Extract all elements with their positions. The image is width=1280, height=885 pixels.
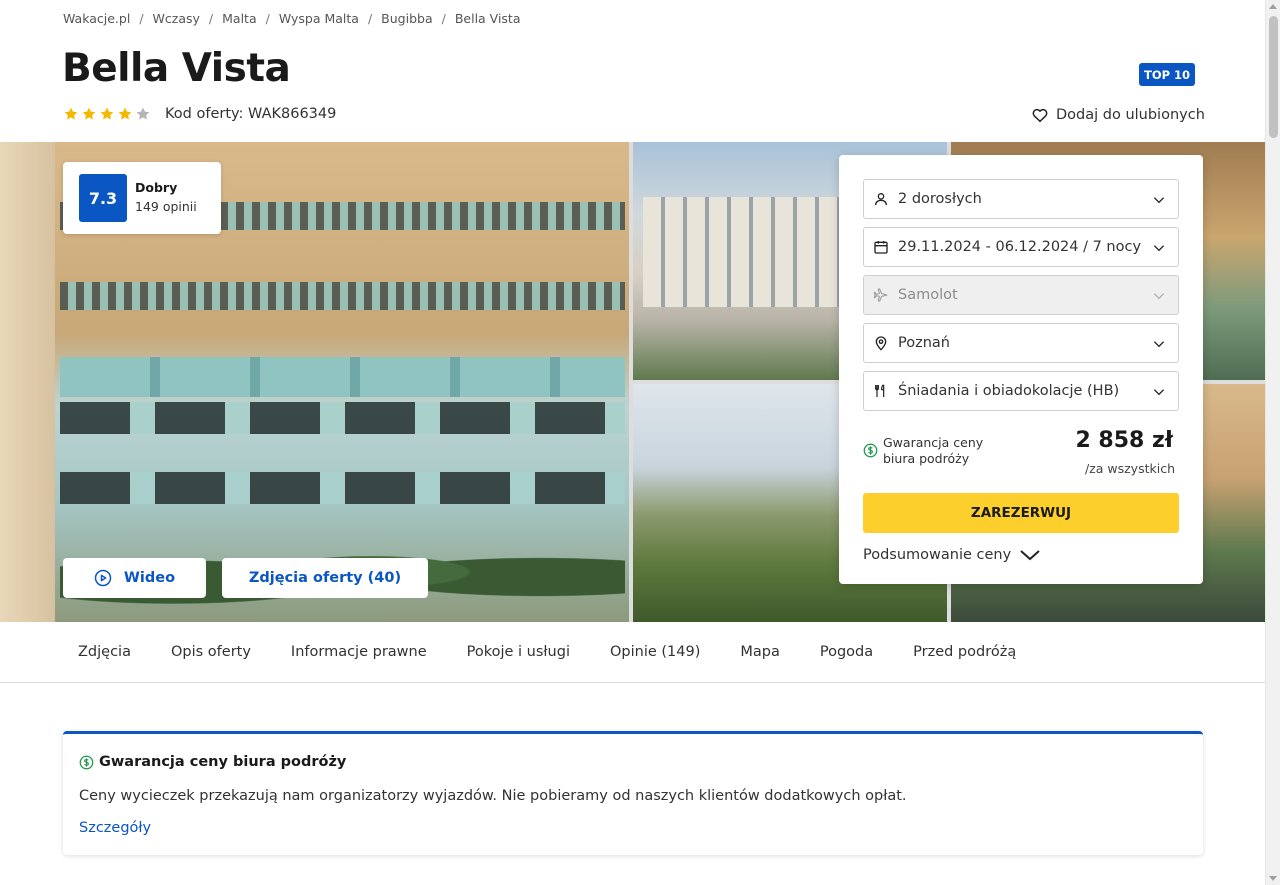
add-to-favorites-label: Dodaj do ulubionych	[1056, 107, 1205, 123]
add-to-favorites-button[interactable]: Dodaj do ulubionych	[1031, 106, 1205, 124]
chevron-down-icon	[1153, 245, 1165, 252]
chevron-down-icon	[1153, 293, 1165, 300]
booking-card: 2 dorosłych 29.11.2024 - 06.12.2024 / 7 …	[839, 155, 1203, 584]
dates-value: 29.11.2024 - 06.12.2024 / 7 nocy	[898, 239, 1142, 255]
breadcrumb-separator: /	[265, 11, 270, 26]
chevron-down-icon	[1153, 389, 1165, 396]
tab-rooms-services[interactable]: Pokoje i usługi	[467, 644, 570, 660]
calendar-icon	[873, 239, 889, 255]
plane-icon	[873, 287, 889, 303]
board-value: Śniadania i obiadokolacje (HB)	[898, 383, 1120, 399]
price-guarantee-text: Gwarancja ceny biura podróży	[883, 435, 983, 467]
book-button[interactable]: ZAREZERWUJ	[863, 493, 1179, 533]
scrollbar-thumb[interactable]	[1269, 16, 1278, 138]
photo-window-row	[60, 402, 625, 434]
dates-select[interactable]: 29.11.2024 - 06.12.2024 / 7 nocy	[863, 227, 1179, 267]
offer-tabs: Zdjęcia Opis oferty Informacje prawne Po…	[0, 622, 1265, 683]
breadcrumb-separator: /	[441, 11, 446, 26]
star-filled-icon	[100, 107, 114, 120]
tab-reviews[interactable]: Opinie (149)	[610, 644, 700, 660]
star-rating	[63, 106, 151, 122]
price-guarantee-box: Gwarancja ceny biura podróży Ceny wyciec…	[63, 731, 1203, 855]
chevron-down-icon	[1020, 550, 1040, 561]
tab-before-trip[interactable]: Przed podróżą	[913, 644, 1016, 660]
transport-select[interactable]: Samolot	[863, 275, 1179, 315]
photo-window-row	[60, 472, 625, 504]
price-summary-toggle[interactable]: Podsumowanie ceny	[863, 547, 1041, 563]
rating-score: 7.3	[79, 174, 127, 222]
tab-legal-info[interactable]: Informacje prawne	[291, 644, 427, 660]
star-empty-icon	[136, 107, 150, 120]
chevron-down-icon	[1153, 197, 1165, 204]
breadcrumb-item-bugibba[interactable]: Bugibba	[381, 11, 432, 26]
location-pin-icon	[873, 335, 889, 351]
play-circle-icon	[94, 569, 112, 587]
offer-code: Kod oferty: WAK866349	[165, 106, 337, 122]
tab-weather[interactable]: Pogoda	[820, 644, 873, 660]
star-filled-icon	[82, 107, 96, 120]
chevron-down-icon	[1153, 341, 1165, 348]
top-10-badge: TOP 10	[1139, 63, 1195, 86]
video-button[interactable]: Wideo	[63, 558, 206, 598]
breadcrumb: Wakacje.pl / Wczasy / Malta / Wyspa Malt…	[63, 11, 521, 26]
cutlery-icon	[873, 383, 889, 399]
breadcrumb-item-wyspa-malta[interactable]: Wyspa Malta	[279, 11, 359, 26]
user-icon	[873, 191, 889, 207]
breadcrumb-separator: /	[139, 11, 144, 26]
departure-value: Poznań	[898, 335, 950, 351]
dollar-circle-icon	[863, 443, 878, 458]
details-link[interactable]: Szczegóły	[79, 820, 151, 836]
total-price: 2 858 zł	[1075, 428, 1173, 453]
breadcrumb-item-current: Bella Vista	[454, 11, 521, 26]
offer-photos-button[interactable]: Zdjęcia oferty (40)	[222, 558, 428, 598]
page-scrollbar[interactable]	[1265, 0, 1280, 885]
scroll-down-arrow-icon[interactable]	[1269, 876, 1277, 881]
breadcrumb-item-wczasy[interactable]: Wczasy	[153, 11, 200, 26]
breadcrumb-item-home[interactable]: Wakacje.pl	[63, 11, 130, 26]
price-guarantee-title-text: Gwarancja ceny biura podróży	[99, 754, 347, 770]
photo-arch-row	[60, 357, 625, 397]
guests-select[interactable]: 2 dorosłych	[863, 179, 1179, 219]
price-note: /za wszystkich	[1084, 461, 1175, 476]
rating-label: Dobry	[135, 180, 178, 195]
breadcrumb-separator: /	[208, 11, 214, 26]
tab-map[interactable]: Mapa	[740, 644, 780, 660]
dollar-circle-icon	[79, 755, 94, 769]
star-filled-icon	[118, 107, 132, 120]
page-title: Bella Vista	[62, 46, 291, 91]
tab-description[interactable]: Opis oferty	[171, 644, 251, 660]
price-summary-label: Podsumowanie ceny	[863, 547, 1012, 563]
board-select[interactable]: Śniadania i obiadokolacje (HB)	[863, 371, 1179, 411]
price-guarantee-info[interactable]: Gwarancja ceny biura podróży	[863, 435, 983, 467]
guests-value: 2 dorosłych	[898, 191, 982, 207]
breadcrumb-item-malta[interactable]: Malta	[222, 11, 256, 26]
photo-balcony-row	[60, 282, 625, 310]
tab-photos[interactable]: Zdjęcia	[78, 644, 131, 660]
heart-icon	[1032, 108, 1048, 123]
rating-card[interactable]: 7.3 Dobry 149 opinii	[63, 162, 221, 234]
price-guarantee-line1: Gwarancja ceny	[883, 435, 984, 450]
rating-count: 149 opinii	[135, 199, 197, 214]
price-guarantee-title: Gwarancja ceny biura podróży	[79, 754, 346, 770]
photo-left-building	[0, 142, 55, 622]
price-guarantee-description: Ceny wycieczek przekazują nam organizato…	[79, 788, 907, 804]
video-button-label: Wideo	[123, 570, 176, 586]
breadcrumb-separator: /	[367, 11, 373, 26]
price-guarantee-line2: biura podróży	[883, 451, 970, 466]
departure-select[interactable]: Poznań	[863, 323, 1179, 363]
scroll-up-arrow-icon[interactable]	[1269, 4, 1277, 9]
transport-value: Samolot	[898, 287, 958, 303]
star-filled-icon	[64, 107, 78, 120]
